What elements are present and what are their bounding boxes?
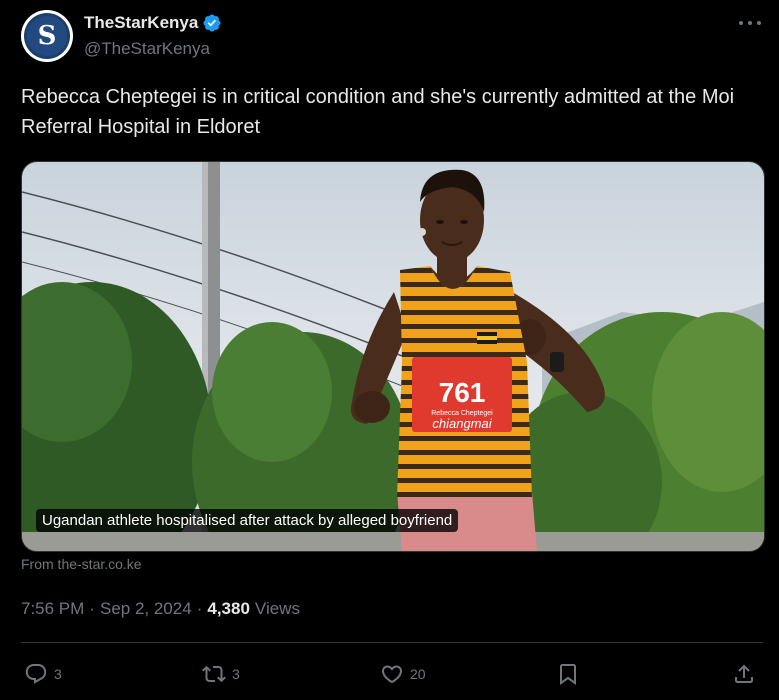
more-dot — [748, 21, 752, 25]
tweet-date[interactable]: Sep 2, 2024 — [100, 599, 192, 619]
link-card-caption: Ugandan athlete hospitalised after attac… — [36, 509, 459, 532]
tweet-meta: 7:56 PM · Sep 2, 2024 · 4,380 Views — [21, 599, 300, 619]
share-button[interactable] — [732, 662, 756, 686]
like-button[interactable]: 20 — [380, 662, 426, 686]
heart-icon — [381, 665, 403, 684]
bookmark-icon — [560, 664, 576, 685]
more-options-icon[interactable] — [739, 12, 761, 34]
avatar-letter: S — [37, 21, 57, 51]
athlete-photo: 761 Rebecca Cheptegei chiangmai — [22, 162, 764, 551]
link-card-image[interactable]: 761 Rebecca Cheptegei chiangmai Ugandan … — [21, 161, 765, 552]
tweet-time[interactable]: 7:56 PM — [21, 599, 84, 619]
tweet: S TheStarKenya @TheStarKenya Rebecca Che… — [0, 0, 779, 700]
reply-count: 3 — [54, 666, 62, 682]
repost-button[interactable]: 3 — [202, 662, 240, 686]
more-dot — [757, 21, 761, 25]
link-source[interactable]: From the-star.co.ke — [21, 556, 142, 572]
bib-number: 761 — [439, 377, 486, 408]
meta-separator: · — [196, 599, 203, 618]
action-bar: 3 3 20 — [24, 662, 759, 690]
avatar[interactable]: S — [21, 10, 73, 62]
tweet-text: Rebecca Cheptegei is in critical conditi… — [21, 86, 735, 138]
reply-icon — [25, 664, 47, 684]
bib-sponsor: chiangmai — [432, 416, 492, 431]
author-row: TheStarKenya — [84, 12, 222, 34]
divider — [21, 642, 763, 643]
display-name[interactable]: TheStarKenya — [84, 13, 198, 33]
handle[interactable]: @TheStarKenya — [84, 39, 210, 59]
verified-badge-icon — [202, 13, 222, 33]
avatar-logo: S — [27, 16, 67, 56]
bookmark-button[interactable] — [556, 662, 580, 686]
share-icon — [735, 664, 753, 683]
like-count: 20 — [410, 666, 426, 682]
views-count: 4,380 — [207, 599, 250, 618]
reply-button[interactable]: 3 — [24, 662, 62, 686]
repost-icon — [202, 665, 226, 683]
more-dot — [739, 21, 743, 25]
meta-separator: · — [89, 599, 95, 618]
repost-count: 3 — [232, 666, 240, 682]
views-label: Views — [254, 599, 300, 618]
